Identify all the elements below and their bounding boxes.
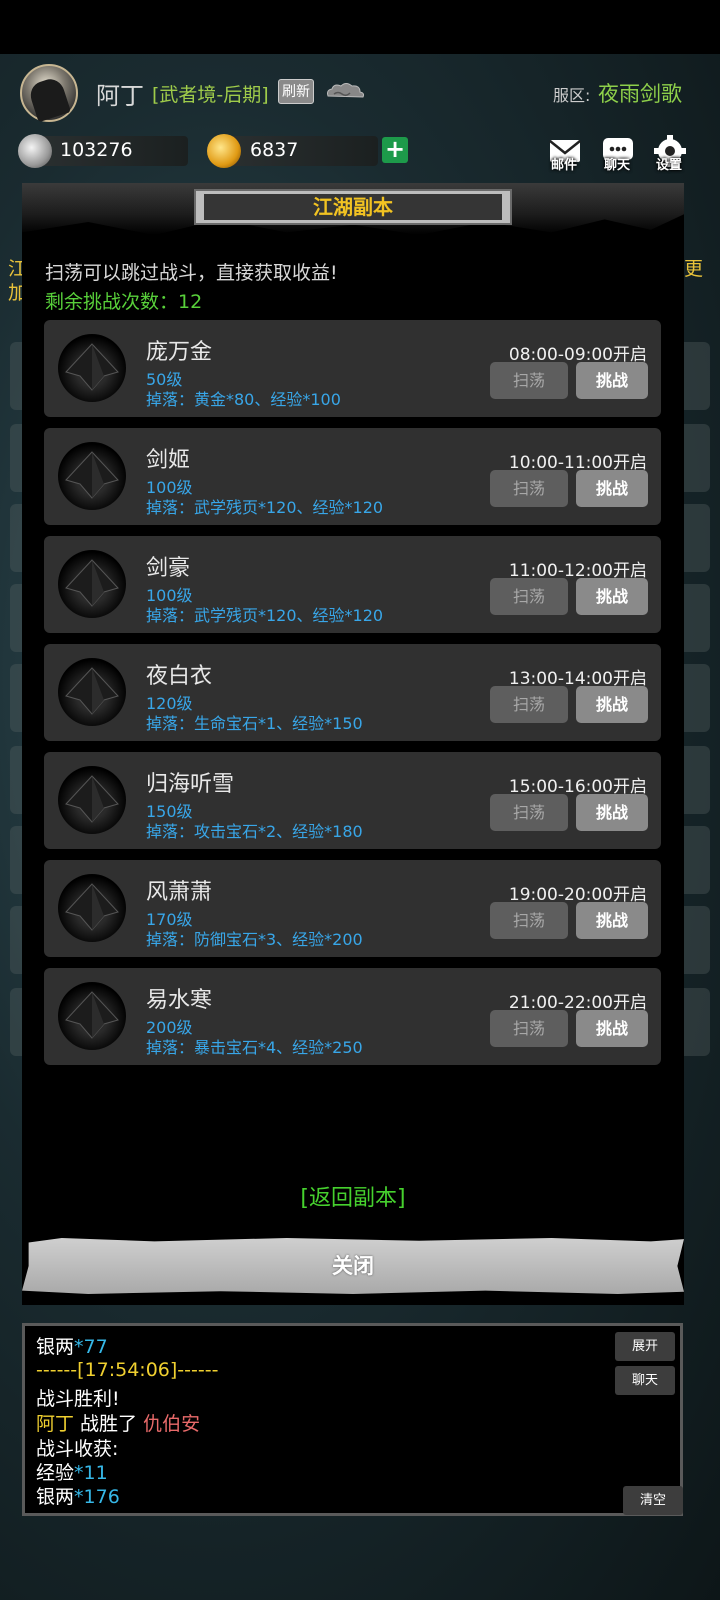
log-expand-button[interactable]: 展开 [615, 1332, 675, 1361]
dungeon-boss-name: 剑豪 [146, 556, 191, 581]
player-name: 阿丁 [96, 82, 144, 110]
dungeon-card: 剑豪 100级 掉落：武学残页*120、经验*120 11:00-12:00开启 扫荡挑… [44, 536, 661, 633]
challenge-button[interactable]: 挑战 [576, 794, 648, 831]
challenge-button[interactable]: 挑战 [576, 1010, 648, 1047]
dungeon-boss-name: 剑姬 [146, 448, 191, 473]
mail-label[interactable]: 邮件 [551, 154, 577, 173]
log-line: 战斗收获: [36, 1438, 119, 1460]
bamboo-hat-icon [58, 550, 126, 618]
sweep-button[interactable]: 扫荡 [490, 578, 568, 615]
player-avatar[interactable] [20, 64, 78, 123]
log-line: ------[17:54:06]------ [36, 1359, 219, 1381]
settings-label[interactable]: 设置 [656, 154, 682, 173]
refresh-button[interactable]: 刷新 [278, 79, 314, 104]
dungeon-card: 庞万金 50级 掉落：黄金*80、经验*100 08:00-09:00开启 扫荡 挑战 [44, 320, 661, 417]
dungeon-boss-name: 庞万金 [146, 340, 213, 365]
chat-label[interactable]: 聊天 [604, 154, 630, 173]
dungeon-card: 剑姬 100级 掉落：武学残页*120、经验*120 10:00-11:00开启 扫荡挑… [44, 428, 661, 525]
sweep-button[interactable]: 扫荡 [490, 1010, 568, 1047]
battle-log-panel[interactable]: 银两*77 ------[17:54:06]------ 战斗胜利! 阿丁 战胜… [22, 1323, 683, 1516]
dungeon-drops: 掉落：暴击宝石*4、经验*250 [146, 1038, 363, 1057]
dungeon-card: 归海听雪 150级 掉落：攻击宝石*2、经验*180 15:00-16:00开启 扫荡挑… [44, 752, 661, 849]
side-glimpse-right-1: 更 [684, 258, 704, 280]
challenge-button[interactable]: 挑战 [576, 686, 648, 723]
dungeon-boss-name: 夜白衣 [146, 664, 213, 689]
dungeon-card: 易水寒 200级 掉落：暴击宝石*4、经验*250 21:00-22:00开启 扫荡 挑战 [44, 968, 661, 1065]
silver-amount: 103276 [60, 139, 133, 161]
challenge-button[interactable]: 挑战 [576, 362, 648, 399]
dungeon-drops: 掉落：黄金*80、经验*100 [146, 390, 341, 409]
dungeon-card: 夜白衣 120级 掉落：生命宝石*1、经验*150 13:00-14:00开启 扫荡 挑战 [44, 644, 661, 741]
modal-title: 江湖副本 [204, 194, 502, 220]
remaining-attempts: 剩余挑战次数：12 [45, 291, 203, 313]
log-line: 经验*11 [36, 1462, 108, 1484]
challenge-button[interactable]: 挑战 [576, 470, 648, 507]
dungeon-drops: 掉落：武学残页*120、经验*120 [146, 498, 384, 517]
server-name: 夜雨剑歌 [598, 82, 682, 106]
close-button-label[interactable]: 关闭 [0, 1250, 706, 1280]
modal-title-frame: 江湖副本 [194, 189, 512, 225]
bamboo-hat-icon [58, 658, 126, 726]
dungeon-boss-name: 易水寒 [146, 988, 213, 1013]
log-line: 战斗胜利! [36, 1388, 120, 1410]
sweep-button[interactable]: 扫荡 [490, 470, 568, 507]
back-to-dungeons-link[interactable]: [返回副本] [0, 1180, 706, 1212]
add-gold-button[interactable]: + [382, 137, 408, 163]
bamboo-hat-icon [58, 334, 126, 402]
log-line: 阿丁 战胜了 仇伯安 [36, 1413, 201, 1435]
gold-amount: 6837 [250, 139, 299, 161]
player-realm: [武者境-后期] [152, 84, 269, 106]
challenge-button[interactable]: 挑战 [576, 578, 648, 615]
bamboo-hat-icon [58, 442, 126, 510]
sweep-button[interactable]: 扫荡 [490, 902, 568, 939]
dungeon-drops: 掉落：武学残页*120、经验*120 [146, 606, 384, 625]
bamboo-hat-icon [58, 874, 126, 942]
cloud-icon[interactable] [324, 80, 366, 104]
sweep-button[interactable]: 扫荡 [490, 686, 568, 723]
sweep-button[interactable]: 扫荡 [490, 362, 568, 399]
silver-ingot-icon [18, 134, 52, 168]
dungeon-boss-name: 风萧萧 [146, 880, 213, 905]
log-clear-button[interactable]: 清空 [623, 1486, 683, 1515]
sweep-hint: 扫荡可以跳过战斗，直接获取收益! [45, 262, 338, 284]
log-chat-button[interactable]: 聊天 [615, 1366, 675, 1395]
dungeon-card: 风萧萧 170级 掉落：防御宝石*3、经验*200 19:00-20:00开启 扫荡 挑战 [44, 860, 661, 957]
dungeon-drops: 掉落：防御宝石*3、经验*200 [146, 930, 363, 949]
server-label: 服区: [553, 86, 591, 105]
dungeon-boss-name: 归海听雪 [146, 772, 235, 797]
dungeon-drops: 掉落：生命宝石*1、经验*150 [146, 714, 363, 733]
log-line: 银两*77 [36, 1336, 108, 1358]
log-line: 银两*176 [36, 1486, 120, 1508]
challenge-button[interactable]: 挑战 [576, 902, 648, 939]
dungeon-drops: 掉落：攻击宝石*2、经验*180 [146, 822, 363, 841]
sweep-button[interactable]: 扫荡 [490, 794, 568, 831]
bamboo-hat-icon [58, 766, 126, 834]
bamboo-hat-icon [58, 982, 126, 1050]
gold-ingot-icon [207, 134, 241, 168]
